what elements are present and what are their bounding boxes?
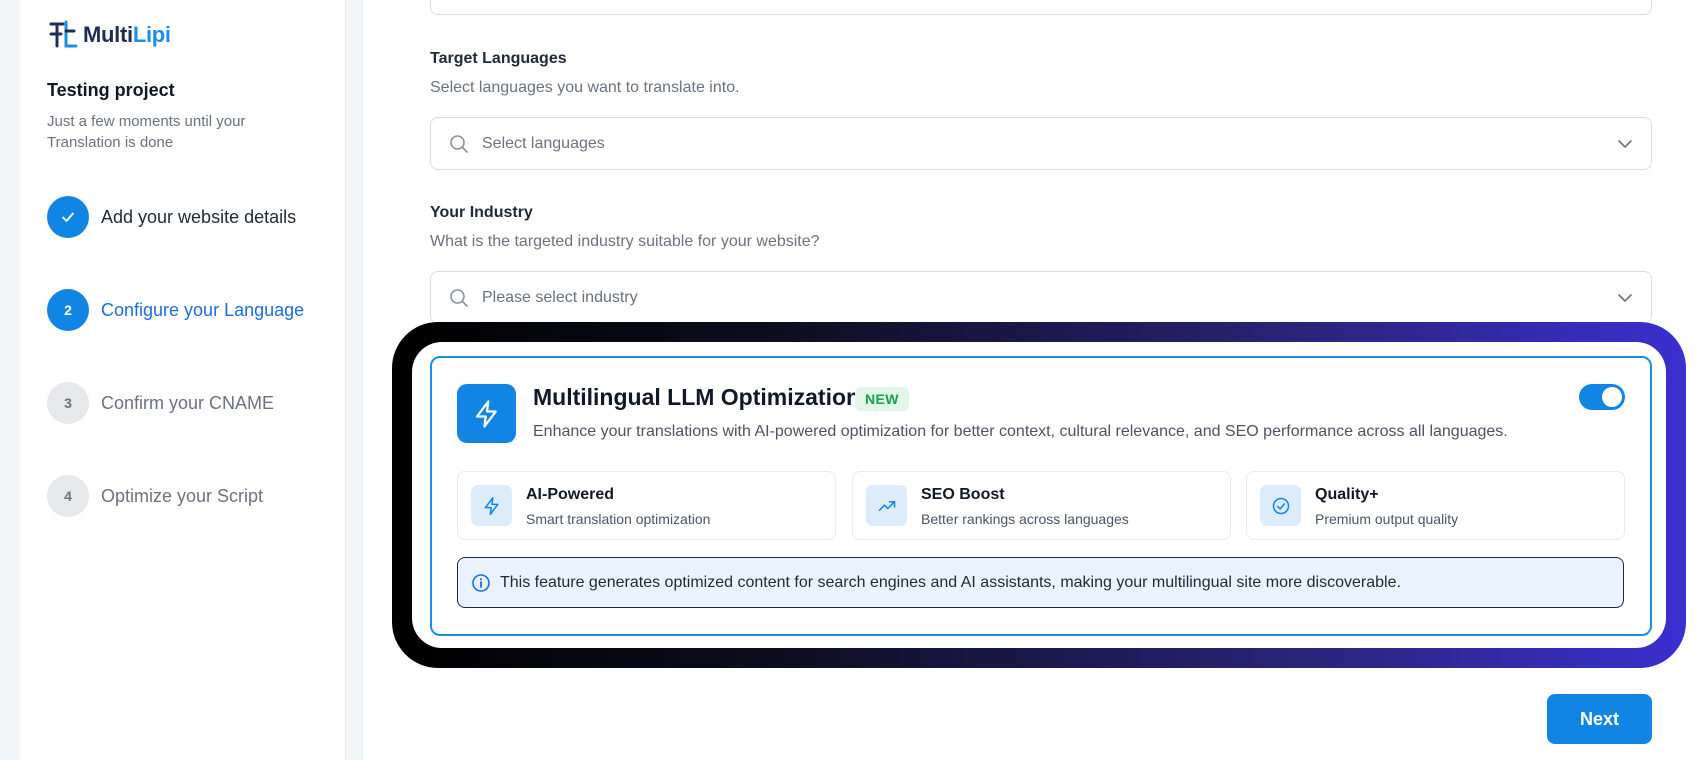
target-languages-placeholder: Select languages: [482, 134, 605, 152]
logo-mark-icon: [49, 20, 78, 48]
feature-subtitle: Smart translation optimization: [526, 511, 711, 527]
sidebar: MultiLipi Testing project Just a few mom…: [20, 0, 346, 760]
info-icon: [472, 573, 490, 592]
step-configure-language[interactable]: 2 Configure your Language: [47, 289, 304, 331]
project-title: Testing project: [47, 80, 175, 100]
new-badge: NEW: [855, 387, 909, 411]
step-number: 4: [47, 475, 89, 517]
bolt-icon: [457, 384, 516, 443]
search-icon: [450, 288, 468, 307]
feature-title: SEO Boost: [921, 486, 1005, 503]
trending-up-icon: [866, 485, 907, 526]
step-check-icon: [47, 196, 89, 238]
industry-help: What is the targeted industry suitable f…: [430, 233, 820, 250]
step-number: 2: [47, 289, 89, 331]
industry-select[interactable]: Please select industry: [430, 271, 1652, 324]
industry-label: Your Industry: [430, 204, 533, 221]
project-subtitle: Just a few moments until your Translatio…: [47, 113, 246, 151]
llm-optimization-toggle[interactable]: [1579, 384, 1625, 410]
feature-subtitle: Premium output quality: [1315, 511, 1459, 527]
logo-text: MultiLipi: [83, 22, 171, 48]
feature-quality-plus: Quality+ Premium output quality: [1246, 471, 1625, 540]
logo-text-lipi: Lipi: [132, 22, 171, 47]
industry-placeholder: Please select industry: [482, 288, 638, 306]
bolt-icon: [471, 485, 512, 526]
chevron-down-icon: [1618, 140, 1632, 148]
llm-card-description: Enhance your translations with AI-powere…: [533, 423, 1508, 440]
logo-text-multi: Multi: [83, 22, 133, 47]
step-label: Confirm your CNAME: [101, 392, 275, 413]
target-languages-select[interactable]: Select languages: [430, 117, 1652, 170]
step-label: Optimize your Script: [101, 485, 264, 506]
info-banner: This feature generates optimized content…: [457, 557, 1624, 608]
previous-field-input[interactable]: [430, 0, 1652, 15]
feature-ai-powered: AI-Powered Smart translation optimizatio…: [457, 471, 836, 540]
step-add-website-details[interactable]: Add your website details: [47, 196, 296, 238]
next-button[interactable]: Next: [1547, 694, 1652, 744]
chevron-down-icon: [1618, 294, 1632, 302]
target-languages-help: Select languages you want to translate i…: [430, 79, 740, 96]
multilipi-logo[interactable]: MultiLipi: [47, 18, 171, 52]
step-number: 3: [47, 382, 89, 424]
feature-title: AI-Powered: [526, 486, 615, 503]
check-circle-icon: [1260, 485, 1301, 526]
feature-title: Quality+: [1315, 486, 1379, 503]
step-optimize-script[interactable]: 4 Optimize your Script: [47, 475, 263, 517]
step-label: Configure your Language: [101, 299, 305, 320]
step-label: Add your website details: [101, 206, 297, 227]
step-confirm-cname[interactable]: 3 Confirm your CNAME: [47, 382, 274, 424]
search-icon: [450, 134, 468, 153]
llm-card-title: Multilingual LLM Optimization: [533, 384, 861, 410]
toggle-knob: [1602, 387, 1622, 407]
feature-seo-boost: SEO Boost Better rankings across languag…: [852, 471, 1231, 540]
info-text: This feature generates optimized content…: [500, 573, 1401, 591]
target-languages-label: Target Languages: [430, 50, 567, 67]
feature-subtitle: Better rankings across languages: [921, 511, 1129, 527]
